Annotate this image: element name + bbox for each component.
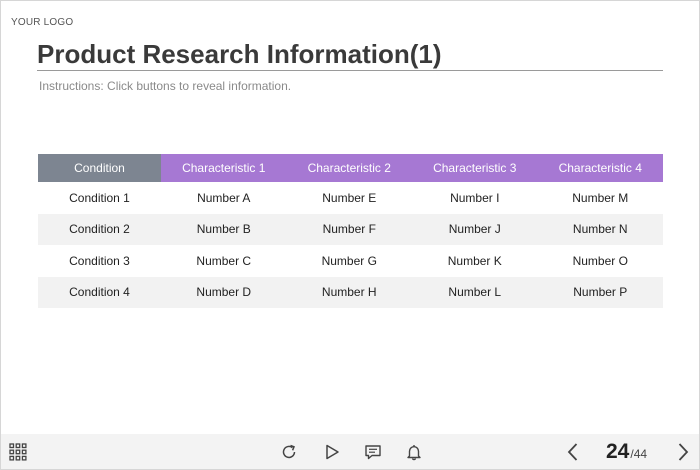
table-cell: Condition 2	[38, 213, 161, 245]
table-cell: Number A	[197, 190, 251, 205]
header-characteristic-4: Characteristic 4	[537, 154, 663, 182]
table-cell: Number E	[322, 190, 377, 205]
table-cell: Number J	[412, 213, 538, 245]
table-cell: Number P	[537, 276, 663, 308]
page-title: Product Research Information(1)	[37, 39, 442, 69]
page-current: 24	[606, 440, 630, 463]
chevron-right-icon[interactable]	[671, 440, 695, 464]
table-cell: Number K	[447, 253, 502, 268]
chevron-left-icon[interactable]	[561, 440, 585, 464]
table-cell: Number B	[161, 213, 287, 245]
table-cell: Number F	[286, 213, 412, 245]
table-cell: Number D	[161, 276, 287, 308]
table-cell: Number C	[196, 253, 252, 268]
title-divider	[37, 70, 663, 71]
research-table: Condition Characteristic 1 Characteristi…	[38, 154, 663, 308]
page-counter: 24 /44	[606, 440, 647, 464]
table-cell: Number O	[572, 253, 628, 268]
header-characteristic-1: Characteristic 1	[161, 154, 287, 182]
play-icon[interactable]	[320, 440, 344, 464]
header-characteristic-2: Characteristic 2	[286, 154, 412, 182]
player-controls-bar	[1, 434, 699, 469]
logo-text: YOUR LOGO	[11, 17, 74, 28]
table-cell: Number H	[286, 276, 412, 308]
table-row: Condition 2 Number B Number F Number J N…	[38, 213, 663, 245]
table-cell: Condition 3	[69, 253, 130, 268]
bell-icon[interactable]	[402, 440, 426, 464]
table-cell: Number I	[450, 190, 500, 205]
table-row: Condition 4 Number D Number H Number L N…	[38, 276, 663, 308]
page-total: /44	[630, 447, 648, 461]
table-row: Condition 1 Number A Number E Number I N…	[38, 182, 663, 214]
header-condition: Condition	[38, 154, 161, 182]
replay-icon[interactable]	[277, 440, 301, 464]
table-cell: Number G	[321, 253, 377, 268]
comment-icon[interactable]	[361, 440, 385, 464]
table-cell: Condition 1	[69, 190, 130, 205]
table-cell: Number L	[412, 276, 538, 308]
table-cell: Number M	[572, 190, 629, 205]
slide-frame: YOUR LOGO Product Research Information(1…	[0, 0, 700, 470]
grid-menu-icon[interactable]	[6, 440, 30, 464]
table-cell: Condition 4	[38, 276, 161, 308]
instructions-text: Instructions: Click buttons to reveal in…	[39, 79, 292, 93]
header-characteristic-3: Characteristic 3	[412, 154, 538, 182]
table-row: Condition 3 Number C Number G Number K N…	[38, 245, 663, 277]
table-header-row: Condition Characteristic 1 Characteristi…	[38, 154, 663, 182]
table-cell: Number N	[537, 213, 663, 245]
